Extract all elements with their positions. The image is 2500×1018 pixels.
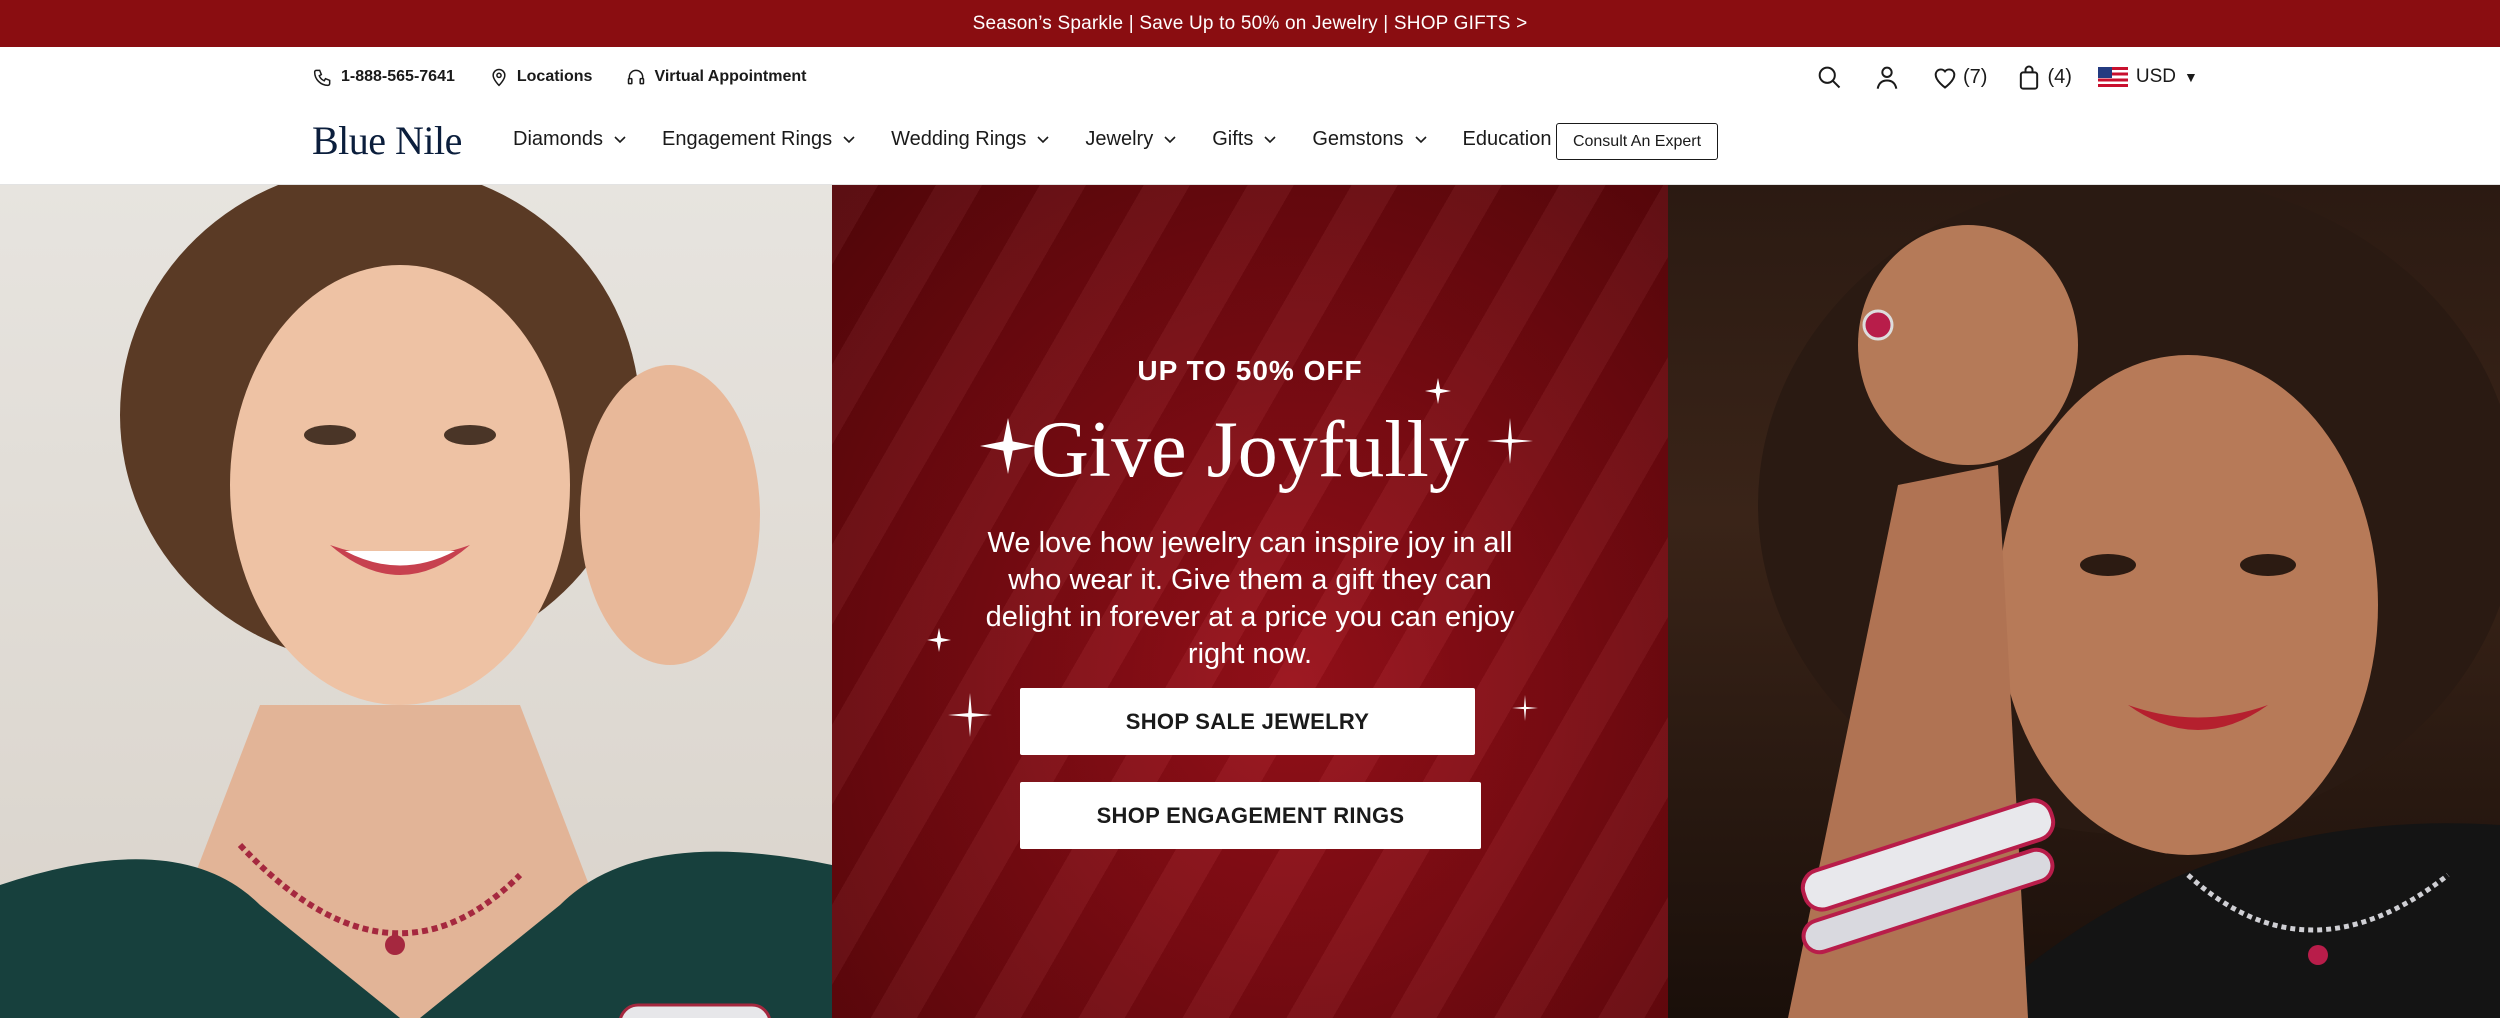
nav-item-diamonds[interactable]: Diamonds [513, 128, 627, 151]
nav-item-label: Education [1462, 127, 1552, 150]
phone-link[interactable]: 1-888-565-7641 [313, 67, 455, 87]
chevron-down-icon [614, 136, 626, 144]
locations-link[interactable]: Locations [489, 67, 593, 87]
nav-item-label: Engagement Rings [662, 127, 833, 150]
cart-count: (4) [2047, 65, 2072, 88]
chevron-down-icon [1164, 136, 1176, 144]
utility-left: 1-888-565-7641 Locations Virtual Appoint… [313, 47, 806, 107]
nav-item-label: Gemstons [1312, 127, 1404, 150]
cart-button[interactable]: (4) [2015, 63, 2072, 91]
chevron-down-icon [1414, 136, 1427, 144]
main-navigation: Blue Nile Diamonds Engagement Rings Wedd… [0, 107, 2500, 185]
account-button[interactable] [1873, 63, 1901, 91]
hero-image-left[interactable] [0, 185, 832, 1018]
sparkle-icon [1512, 695, 1538, 721]
nav-item-jewelry[interactable]: Jewelry [1085, 128, 1177, 151]
location-pin-icon [492, 68, 506, 87]
nav-item-label: Jewelry [1085, 127, 1154, 150]
chevron-down-icon [1264, 136, 1276, 144]
promo-link[interactable]: Season’s Sparkle | Save Up to 50% on Jew… [973, 13, 1528, 35]
nav-item-label: Wedding Rings [891, 127, 1027, 150]
heart-icon [1934, 68, 1956, 89]
hero-banner: UP TO 50% OFF Give Joyfully We love how … [0, 185, 2500, 1018]
headset-icon [628, 69, 645, 85]
nav-item-wedding-rings[interactable]: Wedding Rings [891, 128, 1050, 151]
model-portrait-right [1758, 185, 2500, 1018]
virtual-appointment-label: Virtual Appointment [654, 68, 807, 85]
hero-headline: Give Joyfully [1031, 406, 1469, 494]
wishlist-button[interactable]: (7) [1931, 63, 1987, 91]
nav-item-label: Gifts [1212, 127, 1254, 150]
currency-selector[interactable]: USD ▼ [2097, 66, 2198, 88]
hero-eyebrow: UP TO 50% OFF [1137, 355, 1363, 386]
chevron-down-icon [1037, 136, 1049, 144]
sparkle-icon [927, 628, 951, 652]
shop-engagement-rings-button[interactable]: SHOP ENGAGEMENT RINGS [1020, 782, 1481, 849]
virtual-appointment-link[interactable]: Virtual Appointment [626, 67, 806, 87]
sparkle-icon [1487, 418, 1533, 464]
nav-item-gifts[interactable]: Gifts [1212, 128, 1277, 151]
hero-promo-panel: UP TO 50% OFF Give Joyfully We love how … [832, 185, 1668, 1018]
phone-icon [313, 69, 331, 87]
nav-item-engagement-rings[interactable]: Engagement Rings [662, 128, 856, 151]
search-icon [1818, 66, 1841, 89]
nav-links: Diamonds Engagement Rings Wedding Rings … [513, 107, 1610, 171]
consult-expert-button[interactable]: Consult An Expert [1556, 123, 1718, 160]
nav-item-gemstones[interactable]: Gemstons [1312, 128, 1427, 151]
sparkle-icon [1425, 378, 1451, 404]
chevron-down-icon [843, 136, 855, 144]
currency-label: USD [2135, 66, 2177, 87]
search-button[interactable] [1815, 63, 1843, 91]
utility-right: (7) (4) USD ▼ [1815, 47, 2198, 107]
hero-image-right[interactable] [1668, 185, 2500, 1018]
wishlist-count: (7) [1963, 65, 1988, 88]
model-portrait-left [0, 185, 832, 1018]
utility-bar: 1-888-565-7641 Locations Virtual Appoint… [0, 47, 2500, 107]
nav-item-label: Diamonds [513, 127, 604, 150]
bag-icon [2020, 65, 2039, 90]
hero-body-copy: We love how jewelry can inspire joy in a… [985, 527, 1515, 670]
phone-number: 1-888-565-7641 [341, 68, 455, 85]
locations-label: Locations [516, 68, 593, 85]
sparkle-icon [948, 693, 992, 737]
user-icon [1876, 66, 1898, 89]
shop-sale-jewelry-button[interactable]: SHOP SALE JEWELRY [1020, 688, 1475, 755]
caret-down-icon: ▼ [2184, 69, 2198, 85]
promo-banner[interactable]: Season’s Sparkle | Save Up to 50% on Jew… [0, 0, 2500, 47]
sparkle-icon [980, 418, 1036, 474]
us-flag-icon [2097, 67, 2128, 87]
brand-logo[interactable]: Blue Nile [312, 117, 462, 164]
